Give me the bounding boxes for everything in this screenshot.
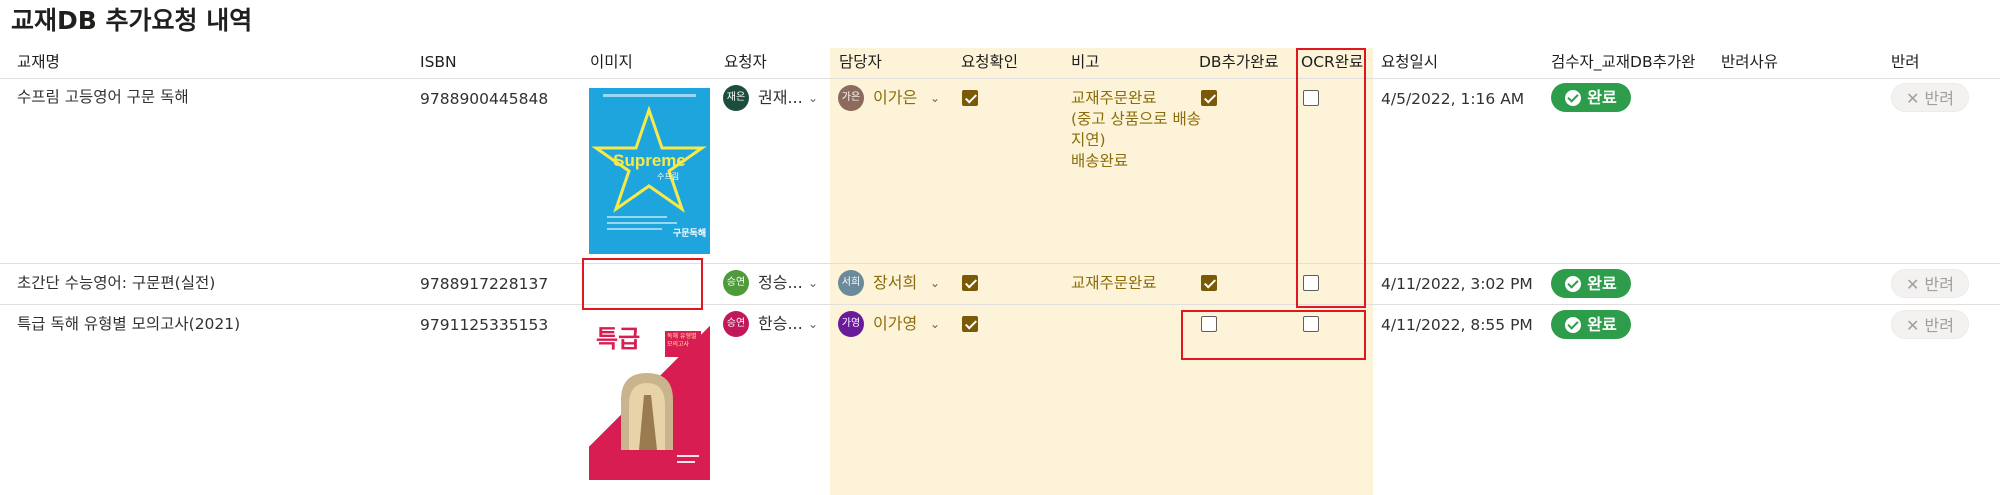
col-header-note[interactable]: 비고	[1071, 51, 1100, 73]
cover-title: 특급	[596, 325, 641, 353]
isbn-value: 9791125335153	[420, 316, 549, 334]
reject-button[interactable]: ✕ 반려	[1891, 83, 1969, 112]
book-title: 특급 독해 유형별 모의고사(2021)	[17, 315, 241, 333]
check-circle-icon	[1565, 275, 1582, 292]
col-header-isbn[interactable]: ISBN	[420, 51, 457, 73]
book-cover-image[interactable]: Supreme 수프림 구문독해	[589, 88, 710, 254]
book-title: 초간단 수능영어: 구문편(실전)	[17, 274, 216, 292]
col-header-image[interactable]: 이미지	[590, 51, 633, 73]
table-row[interactable]: 특급 독해 유형별 모의고사(2021) 9791125335153 특급 독해…	[0, 305, 2000, 495]
confirm-checkbox[interactable]	[962, 316, 978, 332]
cover-title: Supreme	[613, 151, 686, 170]
reject-button[interactable]: ✕ 반려	[1891, 310, 1969, 339]
col-header-db-done[interactable]: DB추가완료	[1199, 51, 1279, 73]
assignee-avatar: 서희	[838, 270, 864, 296]
status-label: 완료	[1587, 88, 1617, 107]
assignee-name[interactable]: 이가은	[873, 85, 917, 111]
status-badge[interactable]: 완료	[1551, 310, 1631, 339]
note-text: 교재주문완료 (중고 상품으로 배송 지연) 배송완료	[1071, 89, 1201, 170]
status-label: 완료	[1587, 315, 1617, 334]
table-row[interactable]: 수프림 고등영어 구문 독해 9788900445848 Supreme 수프림…	[0, 79, 2000, 263]
book-cover-image[interactable]: 특급 독해 유형별 모의고사	[589, 315, 710, 480]
chevron-down-icon[interactable]: ⌄	[808, 270, 818, 296]
chevron-down-icon[interactable]: ⌄	[808, 85, 818, 111]
col-header-reject-reason[interactable]: 반려사유	[1721, 51, 1778, 73]
db-done-checkbox[interactable]	[1201, 275, 1217, 291]
col-header-requester[interactable]: 요청자	[724, 51, 767, 73]
requester-name[interactable]: 한승...	[758, 311, 803, 337]
requester-name[interactable]: 권재...	[758, 85, 803, 111]
assignee-avatar: 가영	[838, 311, 864, 337]
cover-tag: 구문독해	[673, 229, 707, 239]
col-header-title[interactable]: 교재명	[17, 51, 60, 73]
check-circle-icon	[1565, 316, 1582, 333]
reject-label: 반려	[1924, 275, 1954, 294]
cover-badge: 독해 유형별 모의고사	[665, 331, 701, 357]
reject-label: 반려	[1924, 89, 1954, 108]
close-icon: ✕	[1906, 89, 1920, 108]
requester-avatar: 승연	[723, 270, 749, 296]
assignee-name[interactable]: 이가영	[873, 311, 917, 337]
reject-label: 반려	[1924, 316, 1954, 335]
chevron-down-icon[interactable]: ⌄	[930, 85, 940, 111]
check-circle-icon	[1565, 89, 1582, 106]
requester-avatar: 재은	[723, 85, 749, 111]
col-header-reviewer[interactable]: 검수자_교재DB추가완	[1551, 51, 1695, 73]
chevron-down-icon[interactable]: ⌄	[930, 270, 940, 296]
annotation-box-unchecked-row	[1181, 310, 1366, 360]
col-header-requested-at[interactable]: 요청일시	[1381, 51, 1438, 73]
confirm-checkbox[interactable]	[962, 90, 978, 106]
requested-at: 4/11/2022, 8:55 PM	[1381, 316, 1533, 334]
cover-subtitle: 수프림	[657, 172, 680, 181]
annotation-box-ocr-column	[1296, 48, 1366, 308]
isbn-value: 9788917228137	[420, 275, 549, 293]
table-row[interactable]: 초간단 수능영어: 구문편(실전) 9788917228137 승연 정승...…	[0, 264, 2000, 304]
chevron-down-icon[interactable]: ⌄	[930, 311, 940, 337]
requested-at: 4/11/2022, 3:02 PM	[1381, 275, 1533, 293]
reject-button[interactable]: ✕ 반려	[1891, 269, 1969, 298]
annotation-box-missing-image	[582, 258, 703, 310]
book-title: 수프림 고등영어 구문 독해	[17, 88, 189, 106]
assignee-name[interactable]: 장서희	[873, 270, 917, 296]
assignee-avatar: 가은	[838, 85, 864, 111]
isbn-value: 9788900445848	[420, 90, 549, 108]
requester-avatar: 승연	[723, 311, 749, 337]
confirm-checkbox[interactable]	[962, 275, 978, 291]
page-title: 교재DB 추가요청 내역	[11, 6, 253, 35]
note-text: 교재주문완료	[1071, 274, 1157, 292]
status-label: 완료	[1587, 274, 1617, 293]
status-badge[interactable]: 완료	[1551, 269, 1631, 298]
close-icon: ✕	[1906, 316, 1920, 335]
db-done-checkbox[interactable]	[1201, 90, 1217, 106]
close-icon: ✕	[1906, 275, 1920, 294]
status-badge[interactable]: 완료	[1551, 83, 1631, 112]
requester-name[interactable]: 정승...	[758, 270, 803, 296]
col-header-reject[interactable]: 반려	[1891, 51, 1920, 73]
col-header-assignee[interactable]: 담당자	[839, 51, 882, 73]
col-header-confirm[interactable]: 요청확인	[961, 51, 1018, 73]
chevron-down-icon[interactable]: ⌄	[808, 311, 818, 337]
requested-at: 4/5/2022, 1:16 AM	[1381, 90, 1525, 108]
